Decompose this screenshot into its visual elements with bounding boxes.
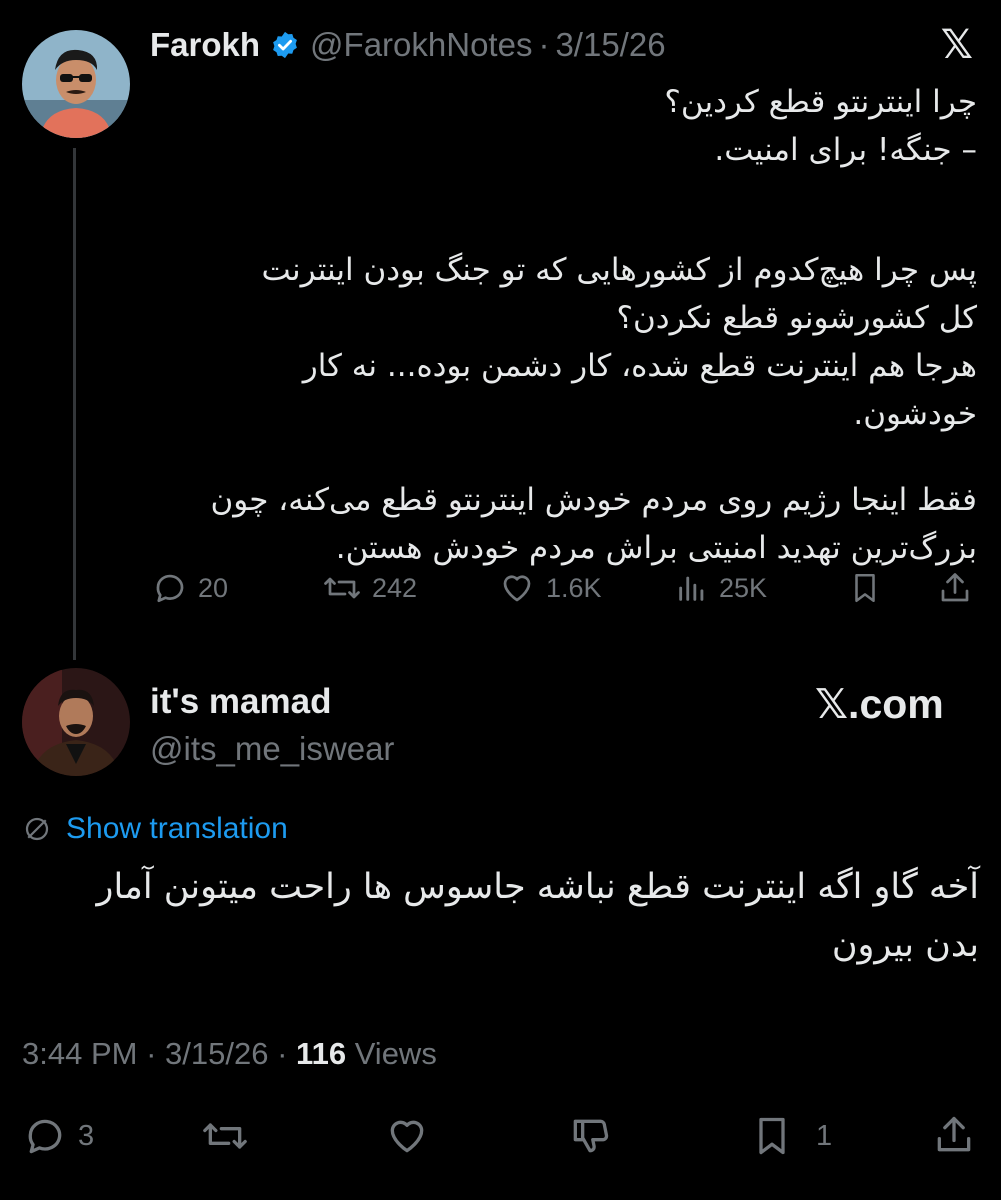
- reply-repost-button[interactable]: [200, 1114, 250, 1163]
- body-line: – جنگه! برای امنیت.: [714, 132, 977, 168]
- meta-separator: ·: [277, 1036, 288, 1071]
- repost-count: 242: [372, 572, 418, 603]
- like-icon: [390, 1120, 424, 1153]
- parent-date[interactable]: 3/15/26: [555, 26, 665, 64]
- bookmark-button[interactable]: [848, 570, 882, 611]
- reply-like-button[interactable]: [384, 1114, 430, 1163]
- body-line: پس چرا هیچ‌کدوم از کشورهایی که تو جنگ بو…: [261, 252, 977, 288]
- thread-connector-line: [73, 148, 76, 660]
- reply-reply-button[interactable]: 3: [22, 1114, 94, 1158]
- body-line: چرا اینترنتو قطع کردین؟: [664, 84, 977, 120]
- reply-display-name[interactable]: it's mamad: [150, 682, 331, 722]
- reply-reply-count: 3: [78, 1119, 95, 1152]
- repost-icon: [203, 1123, 247, 1149]
- views-count: 25K: [719, 572, 768, 603]
- reply-dislike-button[interactable]: [567, 1114, 613, 1163]
- reply-meta: 3:44 PM · 3/15/26 · 116 Views: [22, 1036, 437, 1072]
- repost-button[interactable]: 242: [322, 570, 417, 606]
- share-icon: [937, 1116, 971, 1152]
- reply-button[interactable]: 20: [152, 570, 228, 606]
- farokh-avatar[interactable]: [22, 30, 130, 138]
- dislike-icon: [573, 1119, 609, 1153]
- show-translation-link[interactable]: Show translation: [22, 812, 288, 846]
- bookmark-icon: [759, 1117, 785, 1155]
- body-line: بدن بیرون: [831, 925, 979, 965]
- repost-icon: [324, 577, 360, 599]
- body-line: هرجا هم اینترنت قطع شده، کار دشمن بوده..…: [302, 348, 977, 384]
- body-line: کل کشورشونو قطع نکردن؟: [616, 300, 977, 336]
- header-separator: ·: [538, 26, 550, 63]
- views-icon: [679, 576, 704, 601]
- mamad-avatar[interactable]: [22, 668, 130, 776]
- body-line: [137, 174, 977, 222]
- body-line: خودشون.: [853, 396, 977, 432]
- reply-icon: [28, 1119, 62, 1154]
- reply-bookmark-button[interactable]: 1: [750, 1114, 832, 1158]
- share-icon: [941, 573, 969, 602]
- reply-handle[interactable]: @its_me_iswear: [150, 730, 394, 768]
- watermark-x-glyph: 𝕏: [815, 681, 849, 727]
- translate-icon: [25, 817, 49, 841]
- watermark-domain: .com: [848, 681, 944, 727]
- body-line: بزرگ‌ترین تهدید امنیتی براش مردم خودش هس…: [335, 530, 977, 566]
- like-count: 1.6K: [546, 572, 602, 603]
- like-icon: [503, 575, 531, 602]
- parent-handle[interactable]: @FarokhNotes: [310, 26, 532, 64]
- parent-tweet-body: چرا اینترنتو قطع کردین؟ – جنگه! برای امن…: [137, 78, 977, 572]
- reply-tweet-body: آخه گاو اگه اینترنت قطع نباشه جاسوس ها ر…: [19, 858, 979, 974]
- reply-bookmark-count: 1: [816, 1119, 833, 1152]
- verified-badge-icon: [270, 30, 300, 60]
- reply-views-label: Views: [354, 1036, 437, 1071]
- like-button[interactable]: 1.6K: [498, 570, 602, 606]
- reply-views-count: 116: [296, 1036, 347, 1071]
- share-button[interactable]: [937, 570, 973, 611]
- body-line: فقط اینجا رژیم روی مردم خودش اینترنتو قط…: [210, 482, 977, 518]
- x-logo-icon: 𝕏: [940, 23, 973, 67]
- xcom-watermark: 𝕏.com: [815, 680, 944, 728]
- show-translation-label: Show translation: [66, 812, 288, 845]
- body-line: آخه گاو اگه اینترنت قطع نباشه جاسوس ها ر…: [96, 867, 979, 907]
- reply-count: 20: [198, 572, 229, 603]
- reply-time[interactable]: 3:44 PM: [22, 1036, 137, 1071]
- reply-share-button[interactable]: [932, 1112, 976, 1163]
- parent-display-name[interactable]: Farokh: [150, 26, 260, 64]
- parent-tweet-header: Farokh @FarokhNotes · 3/15/26: [150, 26, 666, 64]
- bookmark-icon: [855, 573, 875, 603]
- reply-icon: [156, 574, 184, 603]
- reply-date[interactable]: 3/15/26: [165, 1036, 268, 1071]
- views-button[interactable]: 25K: [675, 570, 767, 606]
- meta-separator: ·: [146, 1036, 157, 1071]
